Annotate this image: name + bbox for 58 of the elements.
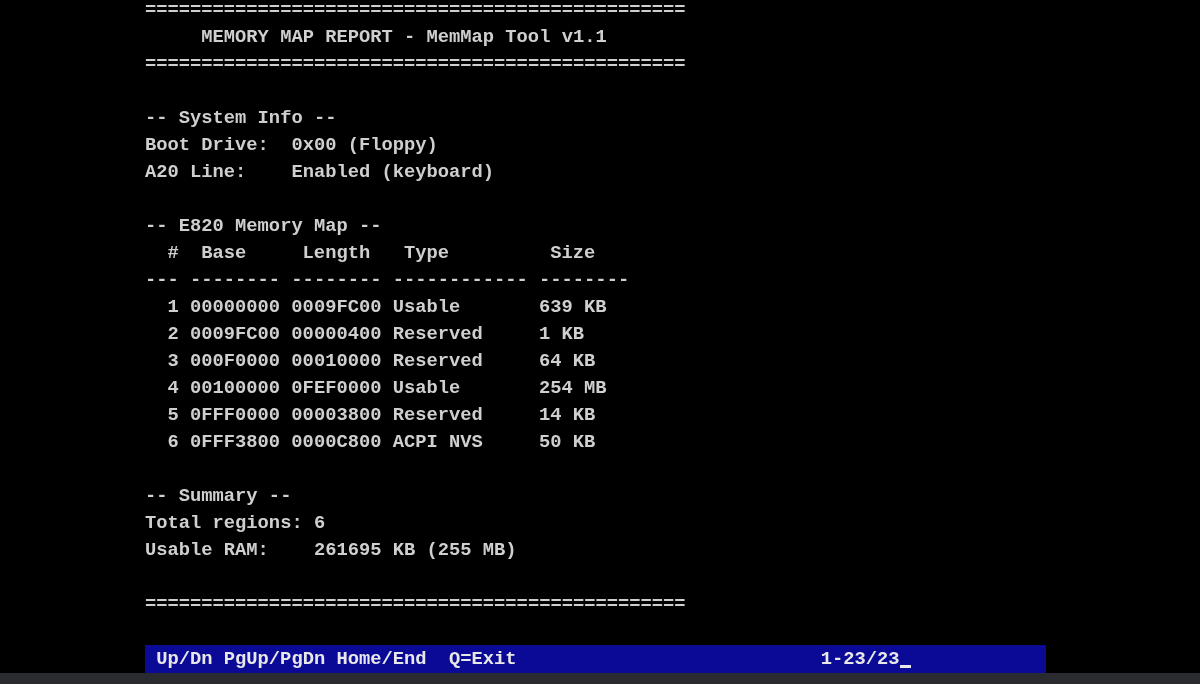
table-cell-text: 0009FC00 — [190, 322, 281, 347]
table-cell-text: 1 — [167, 295, 179, 320]
separator-text: --- — [145, 268, 179, 293]
field-value: 261695 KB (255 MB) — [313, 538, 517, 563]
report-title: MEMORY MAP REPORT - MemMap Tool v1.1 — [201, 25, 607, 50]
section-heading: -- System Info -- — [145, 106, 337, 131]
section-heading: -- E820 Memory Map -- — [145, 214, 382, 239]
table-cell-text: Reserved — [392, 403, 483, 428]
table-cell-text: 6 — [167, 430, 179, 455]
table-cell-text: 0009FC00 — [291, 295, 382, 320]
field-label: Usable RAM: — [145, 538, 270, 563]
separator-text: -------- — [291, 268, 382, 293]
table-cell-text: 14 KB — [539, 403, 596, 428]
field-value: Enabled (keyboard) — [291, 160, 495, 185]
field-label: Total regions: — [145, 511, 304, 536]
column-header: Size — [550, 241, 596, 266]
table-cell-text: 0FFF3800 — [190, 430, 281, 455]
table-cell-text: Usable — [392, 295, 461, 320]
table-cell-text: 0000C800 — [291, 430, 382, 455]
table-cell-text: 254 MB — [539, 376, 607, 401]
separator-text: -------- — [190, 268, 281, 293]
table-cell-text: Reserved — [392, 349, 483, 374]
field-value: 0x00 (Floppy) — [291, 133, 438, 158]
column-header: # — [167, 241, 179, 266]
field-label: A20 Line: — [145, 160, 248, 185]
column-header: Base — [201, 241, 247, 266]
divider-text: ================================================ — [145, 592, 686, 617]
table-cell-text: 3 — [167, 349, 179, 374]
table-cell-text: 4 — [167, 376, 179, 401]
table-cell-text: 00000400 — [291, 322, 382, 347]
field-value: 6 — [313, 511, 326, 536]
table-cell-text: 639 KB — [539, 295, 607, 320]
table-cell-text: 00010000 — [291, 349, 382, 374]
column-header: Length — [302, 241, 371, 266]
table-cell-text: 000F0000 — [190, 349, 281, 374]
text-cursor — [899, 665, 911, 668]
section-heading: -- Summary -- — [145, 484, 292, 509]
key-hints: Up/Dn PgUp/PgDn Home/End Q=Exit — [156, 647, 518, 672]
line-position: 1-23/23 — [820, 647, 900, 672]
separator-text: -------- — [539, 268, 630, 293]
separator-text: ------------ — [392, 268, 528, 293]
table-cell-text: 00003800 — [291, 403, 382, 428]
table-cell-text: 2 — [167, 322, 179, 347]
field-label: Boot Drive: — [145, 133, 270, 158]
table-cell-text: 00000000 — [190, 295, 281, 320]
table-cell-text: 0FEF0000 — [291, 376, 382, 401]
table-cell-text: Usable — [392, 376, 461, 401]
table-cell-text: ACPI NVS — [392, 430, 483, 455]
column-header: Type — [403, 241, 449, 266]
table-cell-text: 00100000 — [190, 376, 281, 401]
table-cell-text: 0FFF0000 — [190, 403, 281, 428]
divider-text: ================================================ — [145, 52, 686, 77]
table-cell-text: Reserved — [392, 322, 483, 347]
table-cell-text: 50 KB — [539, 430, 596, 455]
table-cell-text: 1 KB — [539, 322, 585, 347]
table-cell-text: 64 KB — [539, 349, 596, 374]
divider-text: ================================================ — [145, 0, 686, 23]
table-cell-text: 5 — [167, 403, 179, 428]
